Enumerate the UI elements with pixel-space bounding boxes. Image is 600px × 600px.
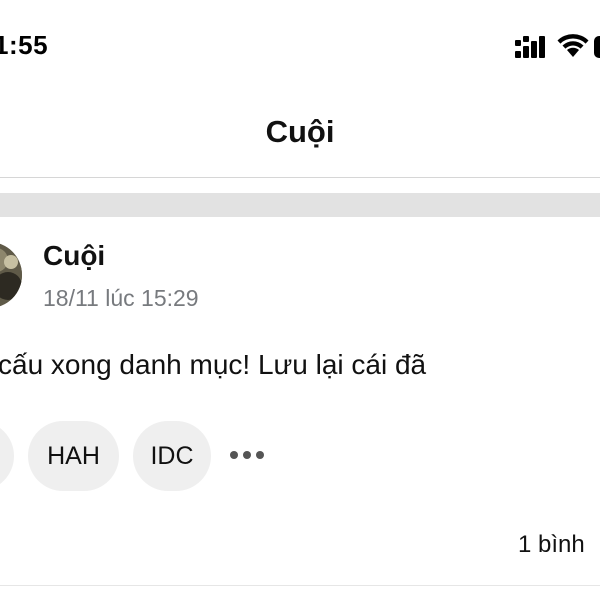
avatar-image	[0, 242, 22, 308]
post-content: cấu xong danh mục! Lưu lại cái đã	[0, 349, 427, 380]
comment-count[interactable]: 1 bình	[518, 531, 585, 559]
avatar[interactable]	[0, 242, 22, 308]
post-timestamp: 18/11 lúc 15:29	[43, 285, 199, 311]
page-title: Cuội	[265, 114, 335, 149]
header-divider	[0, 177, 600, 178]
post-detail-screen: 1:55 Cuội Cuội 18/11 lúc 15:29 cấu xong …	[0, 0, 600, 600]
cellular-signal-icon	[515, 36, 545, 58]
post-author-name[interactable]: Cuội	[43, 240, 105, 272]
tag-chip-hah[interactable]: HAH	[28, 421, 119, 491]
tag-chip-partial[interactable]	[0, 421, 14, 491]
more-horizontal-icon[interactable]	[229, 449, 265, 461]
battery-icon	[594, 36, 600, 58]
wifi-icon	[557, 34, 589, 57]
section-separator	[0, 193, 600, 217]
tag-chip-idc[interactable]: IDC	[133, 421, 211, 491]
status-bar-time: 1:55	[0, 30, 49, 60]
post-actions-divider	[0, 585, 600, 586]
